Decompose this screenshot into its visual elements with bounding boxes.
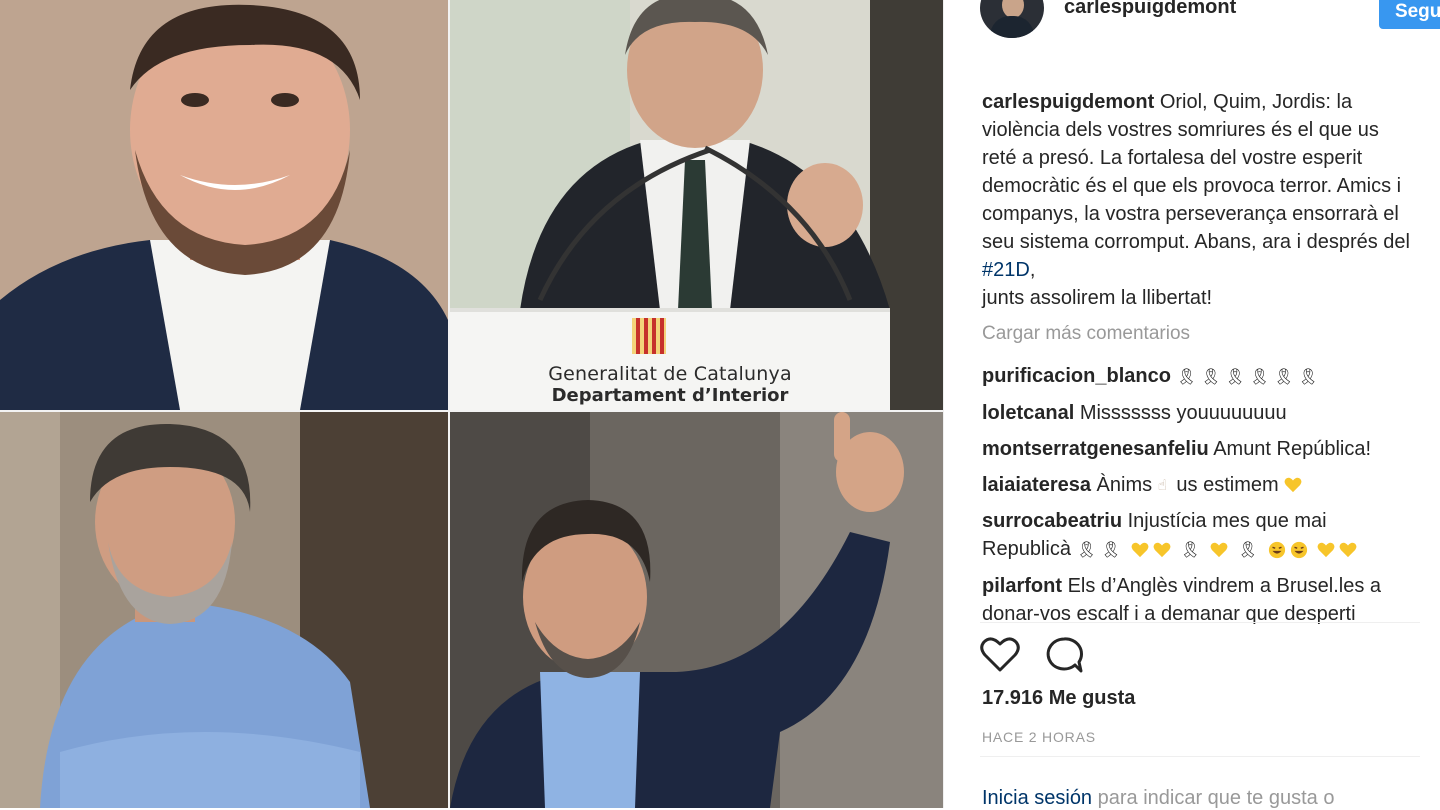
black-ribbon-emoji: 🎗	[1180, 540, 1201, 560]
yellow-heart-emoji	[1210, 542, 1228, 558]
comment-username[interactable]: purificacion_blanco	[982, 365, 1171, 387]
heart-outline-icon[interactable]	[980, 636, 1020, 674]
yellow-heart-emoji	[1339, 542, 1357, 558]
caption-text: Oriol, Quim, Jordis: la violència dels v…	[982, 91, 1410, 253]
login-link[interactable]: Inicia sesión	[982, 787, 1092, 809]
black-ribbon-emoji: 🎗	[1249, 366, 1270, 386]
podium-sign-line1: Generalitat de Catalunya	[548, 363, 792, 385]
comment-text-end: us estimem	[1176, 473, 1279, 496]
speech-bubble-icon[interactable]	[1044, 636, 1084, 674]
login-prompt-text: para indicar que te gusta o	[1092, 787, 1335, 809]
black-ribbon-emoji: 🎗	[1298, 366, 1319, 386]
post-caption: carlespuigdemont Oriol, Quim, Jordis: la…	[982, 88, 1412, 312]
black-ribbon-emoji: 🎗	[1076, 540, 1097, 560]
comment-item: pilarfont Els d’Anglès vindrem a Brusel.…	[982, 572, 1412, 625]
follow-button[interactable]: Seguir	[1379, 0, 1440, 29]
comment-username[interactable]: pilarfont	[982, 575, 1062, 597]
comment-item: montserratgenesanfeliu Amunt República!	[982, 435, 1412, 463]
yellow-heart-emoji	[1131, 542, 1149, 558]
comment-username[interactable]: laiaiateresa	[982, 474, 1091, 496]
laughing-face-emoji	[1268, 542, 1285, 559]
comment-text: Injustícia mes que mai	[1127, 510, 1327, 533]
comments-section: carlespuigdemont Oriol, Quim, Jordis: la…	[982, 88, 1412, 625]
divider	[980, 622, 1420, 623]
black-ribbon-emoji: 🎗	[1100, 540, 1122, 560]
comment-item: purificacion_blanco 🎗 🎗 🎗 🎗 🎗 🎗	[982, 362, 1412, 391]
comment-text: Amunt República!	[1213, 437, 1372, 460]
load-more-comments-link[interactable]: Cargar más comentarios	[982, 320, 1412, 348]
black-ribbon-emoji: 🎗	[1237, 540, 1259, 560]
black-ribbon-emoji: 🎗	[1200, 366, 1222, 386]
comment-text: Misssssss youuuuuuuu	[1079, 401, 1287, 424]
comment-username[interactable]: montserratgenesanfeliu	[982, 438, 1209, 460]
podium-sign-line2: Departament d’Interior	[551, 385, 789, 406]
hashtag-link[interactable]: #21D	[982, 259, 1030, 281]
black-ribbon-emoji: 🎗	[1273, 366, 1295, 386]
yellow-heart-emoji	[1284, 478, 1302, 493]
pointing-hand-emoji: ☝	[1157, 476, 1167, 495]
comment-username[interactable]: surrocabeatriu	[982, 510, 1122, 532]
photo-tile-bottom-right	[450, 412, 943, 808]
post-timestamp: HACE 2 HORAS	[982, 729, 1096, 745]
black-ribbon-emoji: 🎗	[1225, 366, 1246, 386]
post-side-panel: carlespuigdemont Seguir carlespuigdemont…	[943, 0, 1440, 810]
likes-count[interactable]: 17.916 Me gusta	[982, 687, 1135, 710]
black-ribbon-emoji: 🎗	[1176, 366, 1197, 386]
caption-username[interactable]: carlespuigdemont	[982, 91, 1154, 113]
divider	[980, 756, 1420, 757]
comment-item: loletcanal Misssssss youuuuuuuu	[982, 399, 1412, 427]
post-header: carlespuigdemont Seguir	[980, 0, 1440, 40]
yellow-heart-emoji	[1317, 542, 1335, 558]
post-image-collage[interactable]: Generalitat de Catalunya Departament d’I…	[0, 0, 943, 808]
yellow-heart-emoji	[1153, 542, 1171, 558]
photo-tile-bottom-left	[0, 412, 448, 808]
header-username[interactable]: carlespuigdemont	[1064, 0, 1236, 19]
comment-item: laiaiateresa Ànims ☝ us estimem	[982, 471, 1412, 500]
laughing-face-emoji	[1290, 542, 1307, 559]
avatar[interactable]	[980, 0, 1044, 38]
photo-tile-top-left	[0, 0, 448, 410]
comment-text-line2: Republicà	[982, 538, 1071, 561]
comment-username[interactable]: loletcanal	[982, 402, 1074, 424]
comment-text: Ànims	[1096, 473, 1153, 496]
comment-item: surrocabeatriu Injustícia mes que mai Re…	[982, 507, 1412, 564]
comments-list[interactable]: purificacion_blanco 🎗 🎗 🎗 🎗 🎗 🎗 loletcanal Mi…	[982, 362, 1412, 625]
photo-tile-top-right	[450, 0, 943, 410]
login-prompt: Inicia sesión para indicar que te gusta …	[982, 787, 1334, 810]
